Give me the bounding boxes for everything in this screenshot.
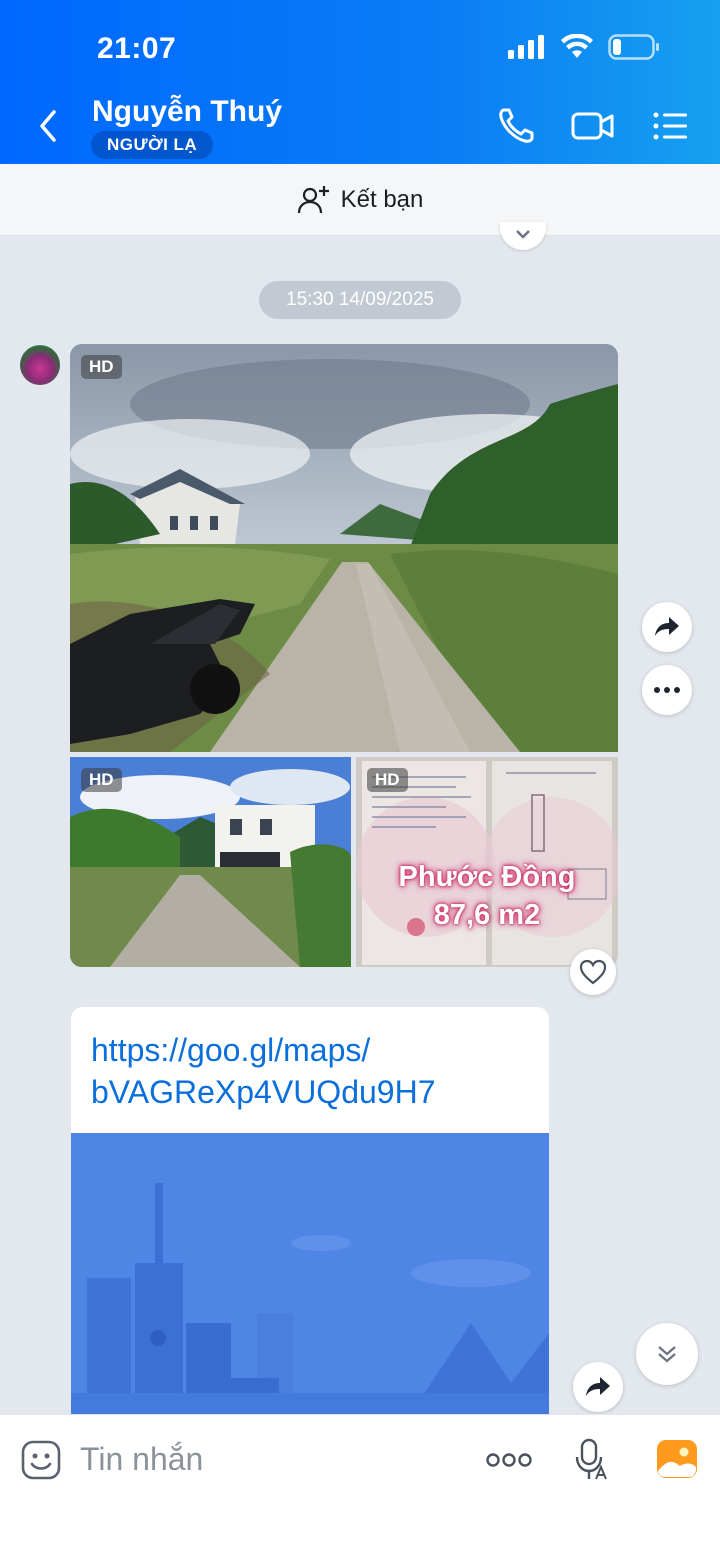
more-actions-button[interactable] (642, 665, 692, 715)
more-dots-icon (654, 687, 680, 693)
link-message-card[interactable]: https://goo.gl/maps/ bVAGReXp4VUQdu9H7 (71, 1007, 549, 1427)
message-timestamp: 15:30 14/09/2025 (259, 281, 461, 319)
photo-message[interactable]: HD (70, 344, 618, 752)
message-composer: Tin nhắn (0, 1414, 720, 1560)
stranger-badge: NGƯỜI LẠ (91, 131, 214, 159)
link-url-line1: https://goo.gl/maps/ (91, 1032, 371, 1068)
chat-menu-button[interactable] (648, 104, 692, 148)
contact-name[interactable]: Nguyễn Thuý (92, 95, 282, 129)
city-skyline-illustration (71, 1133, 549, 1427)
heart-icon (579, 959, 607, 985)
share-arrow-icon (655, 617, 679, 636)
gallery-icon (657, 1440, 697, 1478)
link-url-line2: bVAGReXp4VUQdu9H7 (91, 1074, 436, 1110)
status-time: 21:07 (97, 32, 177, 65)
scroll-to-bottom-button[interactable] (636, 1323, 698, 1385)
add-friend-label: Kết bạn (340, 185, 424, 213)
share-arrow-icon (586, 1377, 610, 1396)
add-friend-button[interactable]: Kết bạn (0, 164, 720, 236)
video-call-icon (571, 112, 614, 140)
link-url[interactable]: https://goo.gl/maps/ bVAGReXp4VUQdu9H7 (71, 1007, 549, 1133)
phone-icon (499, 108, 534, 143)
back-icon (40, 110, 56, 142)
react-button[interactable] (570, 949, 616, 995)
photo-message[interactable]: HD Phước Đồng 87,6 m2 (356, 757, 618, 967)
sticker-button[interactable] (20, 1439, 62, 1486)
hd-badge: HD (81, 355, 122, 379)
voice-to-text-icon (575, 1438, 607, 1480)
menu-list-icon (653, 112, 687, 140)
wifi-icon (561, 34, 593, 58)
photo-message[interactable]: HD (70, 757, 351, 967)
sender-avatar[interactable] (20, 345, 60, 385)
double-chevron-down-icon (658, 1346, 676, 1363)
forward-button[interactable] (642, 602, 692, 652)
more-options-icon (486, 1453, 532, 1467)
road-landscape-photo (70, 344, 618, 752)
voice-call-button[interactable] (494, 104, 538, 148)
gallery-button[interactable] (656, 1439, 698, 1484)
scroll-up-button[interactable] (500, 222, 546, 250)
status-icons (508, 34, 660, 60)
photo-caption-location: Phước Đồng (398, 861, 576, 893)
add-friend-icon (297, 185, 329, 213)
forward-button[interactable] (573, 1362, 623, 1412)
chat-header: 21:07 Nguyễn Thuý NGƯỜI LẠ (0, 0, 720, 164)
battery-icon (608, 34, 659, 60)
back-button[interactable] (30, 106, 70, 146)
photo-caption-area: 87,6 m2 (433, 899, 541, 931)
map-link-preview[interactable] (71, 1133, 549, 1427)
chevron-down-icon (516, 230, 530, 239)
hd-badge: HD (367, 768, 408, 792)
signal-icon (508, 35, 544, 59)
video-call-button[interactable] (570, 104, 616, 148)
message-input[interactable]: Tin nhắn (80, 1441, 203, 1478)
voice-to-text-button[interactable] (574, 1437, 608, 1488)
hd-badge: HD (81, 768, 122, 792)
sticker-icon (21, 1440, 61, 1480)
more-options-button[interactable] (486, 1451, 532, 1474)
